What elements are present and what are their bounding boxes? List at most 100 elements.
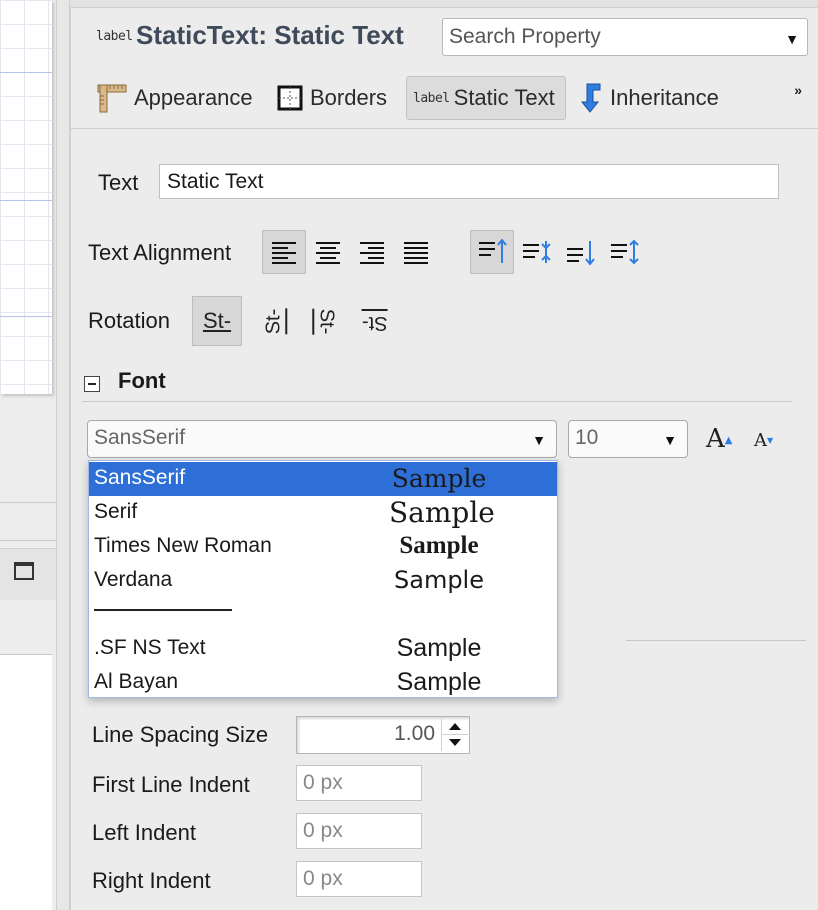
divider (70, 0, 71, 910)
right-indent-value: 0 px (303, 867, 343, 890)
font-option-sample: Sample (399, 532, 479, 559)
align-left-button[interactable] (262, 230, 306, 274)
font-option-sample: Sample (389, 496, 495, 529)
first-line-indent-label: First Line Indent (92, 772, 250, 797)
tab-borders[interactable]: Borders (276, 76, 387, 120)
rotation-right-button[interactable]: St- (300, 296, 350, 346)
design-canvas[interactable] (0, 0, 52, 394)
divider (0, 502, 56, 503)
tab-label: Inheritance (610, 85, 719, 110)
left-panel-tab[interactable] (0, 548, 56, 600)
font-option-sample: Sample (396, 668, 482, 696)
ruler-icon (96, 82, 128, 114)
panel-top-bar (70, 0, 818, 8)
align-justify-icon (404, 242, 428, 264)
tab-appearance[interactable]: Appearance (96, 76, 253, 120)
canvas-guide-line (0, 316, 52, 317)
align-center-icon (316, 242, 340, 264)
tab-label: Borders (310, 85, 388, 110)
font-option-sample: Sample (396, 634, 482, 662)
tab-label: Appearance (134, 85, 253, 110)
search-placeholder: Search Property (449, 25, 601, 48)
window-icon[interactable] (14, 562, 34, 580)
text-alignment-label: Text Alignment (88, 240, 232, 265)
align-top-icon (479, 239, 507, 263)
left-indent-value: 0 px (303, 819, 343, 842)
tab-static-text[interactable]: label Static Text (406, 76, 566, 120)
font-section-header: Font (82, 366, 792, 402)
font-option-name: SansSerif (94, 466, 186, 489)
stepper-down-icon[interactable] (449, 739, 461, 746)
triangle-up-icon: ▲ (724, 435, 733, 446)
align-fill-icon (611, 239, 639, 265)
align-justify-button[interactable] (394, 230, 438, 274)
font-option-name: .SF NS Text (94, 636, 206, 659)
line-spacing-label: Line Spacing Size (92, 722, 269, 747)
tab-bar: Appearance Borders label Static Text Inh… (70, 70, 818, 126)
stepper-up-icon[interactable] (449, 723, 461, 730)
rotation-none-button[interactable]: St- (192, 296, 242, 346)
divider (626, 640, 806, 641)
borders-icon (276, 84, 304, 112)
font-option-sansserif[interactable]: SansSerif Sample (89, 462, 557, 496)
label-badge-icon: label (96, 29, 133, 44)
splitter[interactable] (56, 0, 70, 910)
text-input-value: Static Text (167, 170, 264, 193)
increase-font-button[interactable]: A▲ (706, 424, 732, 454)
tabs-overflow-icon[interactable]: » (794, 82, 802, 98)
tab-inheritance[interactable]: Inheritance (578, 76, 719, 120)
font-size-value: 10 (575, 426, 599, 449)
left-strip (0, 0, 56, 910)
chevron-down-icon[interactable]: ▼ (785, 31, 799, 47)
font-option-name: Al Bayan (94, 670, 179, 693)
text-input[interactable]: Static Text (159, 164, 779, 199)
canvas-guide-line (0, 72, 52, 73)
align-top-button[interactable] (470, 230, 514, 274)
font-option-serif[interactable]: Serif Sample (89, 496, 557, 530)
collapse-icon[interactable] (84, 376, 100, 392)
stepper-control[interactable] (441, 719, 468, 751)
search-property-combo[interactable]: Search Property ▼ (442, 18, 808, 56)
rotation-upside-down-button[interactable]: St- (350, 296, 400, 346)
font-option-verdana[interactable]: Verdana Sample (89, 564, 557, 598)
panel-header: label StaticText: Static Text Search Pro… (70, 10, 818, 64)
dropdown-separator (94, 609, 232, 611)
align-fill-button[interactable] (602, 230, 646, 274)
triangle-down-icon: ▼ (767, 436, 774, 445)
font-option-times-new-roman[interactable]: Times New Roman Sample (89, 530, 557, 564)
divider (70, 128, 818, 129)
font-option-sf-ns-text[interactable]: .SF NS Text Sample (89, 632, 557, 666)
canvas-guide-line (0, 200, 52, 201)
font-family-value: SansSerif (94, 426, 186, 449)
rotation-upside-down-glyph: St- (362, 308, 388, 334)
first-line-indent-input[interactable]: 0 px (296, 765, 422, 801)
font-size-select[interactable]: 10 ▼ (568, 420, 688, 458)
decrease-font-glyph: A (754, 430, 767, 451)
rotation-left-button[interactable]: St- (250, 296, 300, 346)
font-family-dropdown: SansSerif Sample Serif Sample Times New … (88, 460, 558, 698)
chevron-down-icon[interactable]: ▼ (532, 432, 546, 448)
rotation-label: Rotation (88, 308, 170, 333)
vertical-alignment-group (470, 230, 646, 274)
text-label: Text (98, 170, 139, 195)
inheritance-arrow-icon (578, 82, 604, 114)
right-indent-input[interactable]: 0 px (296, 861, 422, 897)
line-spacing-stepper[interactable]: 1.00 (296, 716, 470, 754)
tab-label: Static Text (453, 85, 555, 110)
align-center-button[interactable] (306, 230, 350, 274)
line-spacing-value: 1.00 (394, 722, 435, 745)
align-middle-button[interactable] (514, 230, 558, 274)
chevron-down-icon[interactable]: ▼ (663, 432, 677, 448)
left-indent-label: Left Indent (92, 820, 196, 845)
align-right-icon (360, 242, 384, 264)
align-right-button[interactable] (350, 230, 394, 274)
increase-font-glyph: A (706, 424, 725, 454)
align-bottom-button[interactable] (558, 230, 602, 274)
font-family-select[interactable]: SansSerif ▼ (87, 420, 557, 458)
align-left-icon (272, 242, 296, 264)
left-panel-body (0, 654, 52, 910)
left-indent-input[interactable]: 0 px (296, 813, 422, 849)
font-option-al-bayan[interactable]: Al Bayan Sample (89, 666, 557, 700)
align-middle-icon (523, 241, 551, 263)
decrease-font-button[interactable]: A▼ (754, 430, 773, 451)
